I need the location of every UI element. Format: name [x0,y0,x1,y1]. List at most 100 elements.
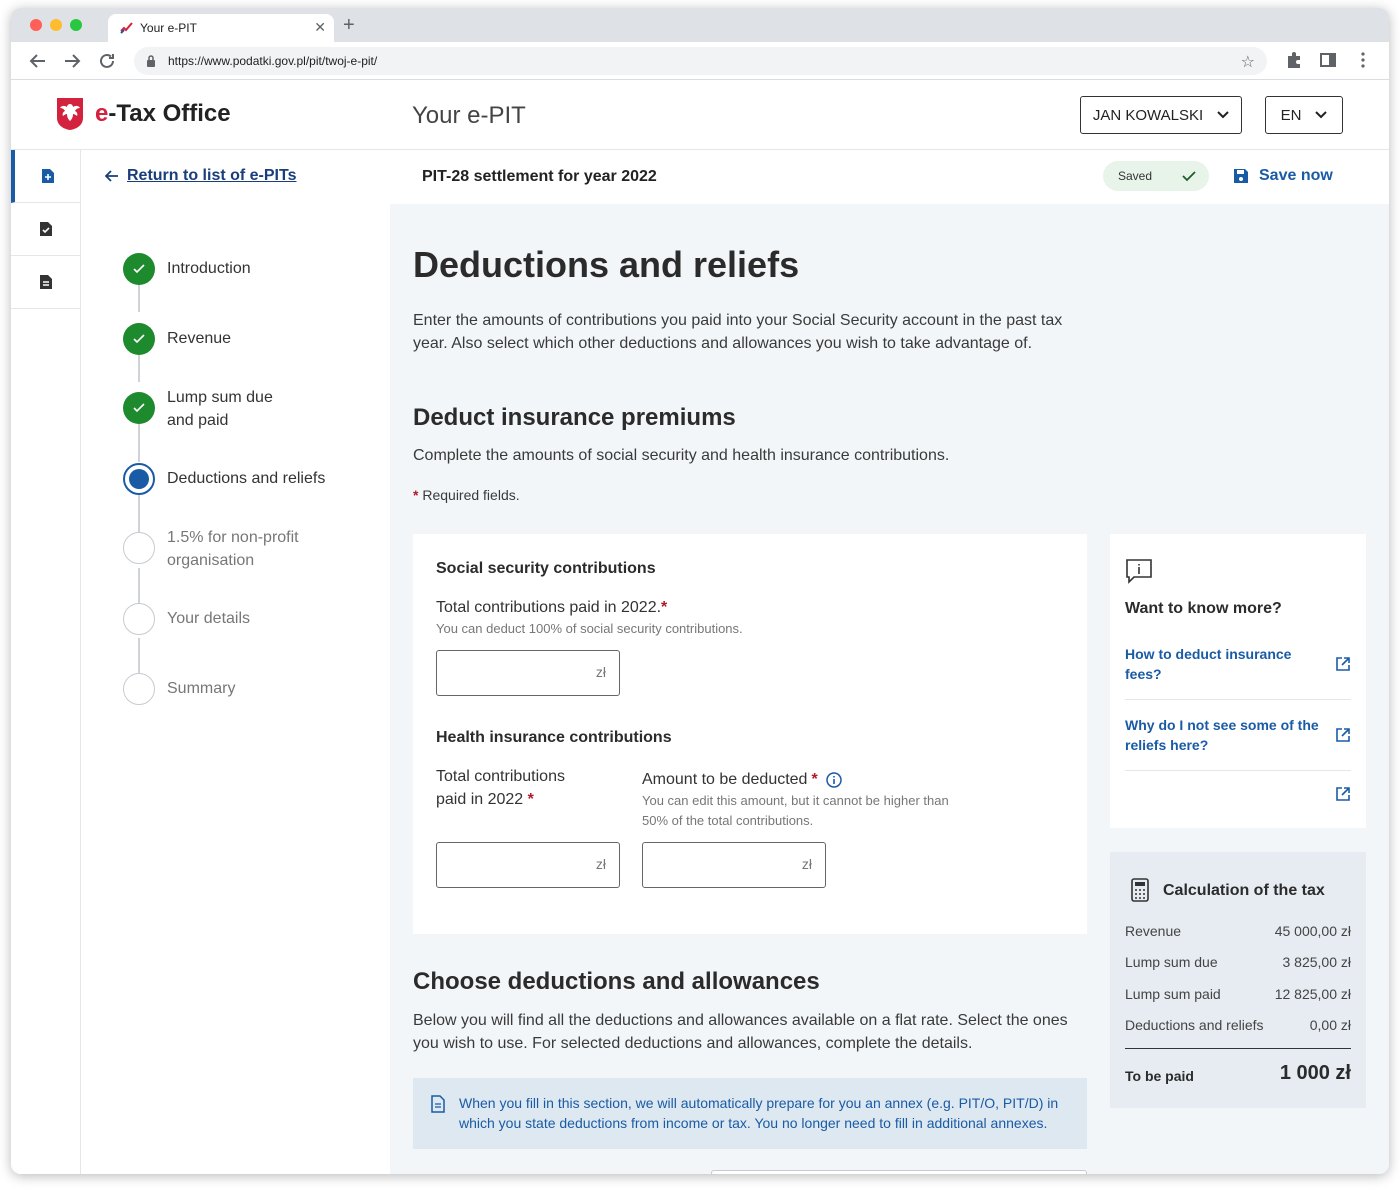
deductions-list-start [711,1170,1087,1174]
side-panel-icon[interactable] [1319,51,1337,69]
tax-calculation-panel: Calculation of the tax Revenue 45 000,00 … [1110,852,1366,1108]
chevron-down-icon [1217,111,1229,119]
calc-row-revenue: Revenue 45 000,00 zł [1125,923,1351,939]
brand-prefix: e [95,100,109,127]
annex-info-text: When you fill in this section, we will a… [459,1095,1059,1131]
step-done-check-icon [123,253,155,285]
browser-tab[interactable]: Your e-PIT ✕ [108,14,334,42]
insurance-section-title: Deduct insurance premiums [413,404,736,431]
step-non-profit[interactable]: 1.5% for non-profit organisation [123,526,327,572]
bookmark-star-icon[interactable]: ☆ [1241,52,1255,72]
required-asterisk: * [413,487,419,503]
chevron-down-icon [1315,111,1328,119]
step-connector [138,568,140,606]
step-label: 1.5% for non-profit organisation [167,529,299,569]
external-link-icon [1336,787,1350,801]
more-menu-icon[interactable] [1354,51,1372,69]
required-asterisk: * [811,771,818,788]
health-insurance-title: Health insurance contributions [436,729,672,746]
health-deduct-amount-input[interactable]: zł [642,842,826,888]
brand-name[interactable]: e-Tax Office [95,100,231,128]
info-icon[interactable] [825,771,842,788]
settlement-subheader: Return to list of e-PITs PIT-28 settleme… [81,150,1389,204]
saved-label: Saved [1118,169,1153,183]
close-window-button[interactable] [30,19,42,31]
extensions-icon[interactable] [1285,51,1303,69]
forward-arrow-icon[interactable] [60,49,84,73]
step-your-details[interactable]: Your details [123,603,250,635]
currency-unit: zł [595,664,606,680]
help-link-text: Why do I not see some of the reliefs her… [1125,717,1319,753]
step-lump-sum[interactable]: Lump sum due and paid [123,386,297,432]
return-to-list-link[interactable]: Return to list of e-PITs [105,167,296,185]
calculation-title: Calculation of the tax [1163,882,1325,899]
reload-icon[interactable] [95,49,119,73]
rail-item-document[interactable] [11,256,81,309]
step-pending-indicator [123,673,155,705]
new-tab-button[interactable]: + [343,14,355,37]
language-label: EN [1280,106,1302,124]
help-link-empty[interactable] [1125,786,1351,810]
save-now-button[interactable]: Save now [1233,167,1333,185]
calc-row-value: 12 825,00 zł [1274,986,1351,1002]
calc-row-label: Revenue [1125,923,1182,939]
calc-row-value: 3 825,00 zł [1282,954,1352,970]
health-total-amount-input[interactable]: zł [436,842,620,888]
help-panel-title: Want to know more? [1125,600,1282,617]
settlement-title: PIT-28 settlement for year 2022 [422,168,657,185]
rail-item-new-document[interactable] [11,150,81,203]
required-note-text: Required fields. [422,487,520,503]
document-icon [40,275,52,289]
step-revenue[interactable]: Revenue [123,323,231,355]
help-link-text: How to deduct insurance fees? [1125,646,1292,682]
external-link-icon [1336,657,1350,671]
language-select[interactable]: EN [1265,96,1343,134]
annex-info-notice: When you fill in this section, we will a… [413,1078,1087,1149]
help-link-insurance-fees[interactable]: How to deduct insurance fees? [1125,644,1351,700]
social-security-amount-input[interactable]: zł [436,650,620,696]
required-asterisk: * [661,599,668,616]
social-security-label: Total contributions paid in 2022.* [436,596,667,619]
health-deduct-hint: You can edit this amount, but it cannot … [642,793,949,828]
user-name: JAN KOWALSKI [1092,106,1204,124]
maximize-window-button[interactable] [70,19,82,31]
calc-row-label: Lump sum paid [1125,986,1221,1002]
help-link-missing-reliefs[interactable]: Why do I not see some of the reliefs her… [1125,715,1351,771]
health-total-label: Total contributions paid in 2022 * [436,765,596,811]
step-label: Lump sum due and paid [167,389,273,429]
address-bar[interactable]: https://www.podatki.gov.pl/pit/twoj-e-pi… [134,47,1267,75]
step-introduction[interactable]: Introduction [123,253,251,285]
browser-toolbar: https://www.podatki.gov.pl/pit/twoj-e-pi… [11,42,1389,80]
step-pending-indicator [123,603,155,635]
close-tab-icon[interactable]: ✕ [314,19,326,36]
health-deduct-label-text: Amount to be deducted [642,771,808,788]
saved-status-badge: Saved [1103,161,1209,191]
document-info-icon [431,1095,445,1113]
deductions-section-title: Choose deductions and allowances [413,968,820,995]
calc-row-label: Lump sum due [1125,954,1218,970]
calculator-icon [1131,878,1149,902]
health-deduct-label: Amount to be deducted * [642,768,842,791]
step-deductions[interactable]: Deductions and reliefs [123,463,325,495]
main-content: Deductions and reliefs Enter the amounts… [390,204,1389,1174]
step-summary[interactable]: Summary [123,673,235,705]
page-title: Deductions and reliefs [413,244,800,285]
document-check-icon [40,222,52,236]
rail-item-signed-document[interactable] [11,203,81,256]
step-connector [138,638,140,676]
page-intro: Enter the amounts of contributions you p… [413,312,1063,352]
step-label: Introduction [167,260,251,277]
social-security-label-text: Total contributions paid in 2022. [436,599,662,616]
app-header: e-Tax Office Your e-PIT JAN KOWALSKI EN [11,80,1389,150]
step-label: Summary [167,680,236,697]
back-arrow-icon[interactable] [26,49,50,73]
user-menu-button[interactable]: JAN KOWALSKI [1080,96,1242,134]
step-label: Deductions and reliefs [167,470,326,487]
minimize-window-button[interactable] [50,19,62,31]
insurance-section-description: Complete the amounts of social security … [413,447,950,464]
required-fields-note: * Required fields. [413,487,520,503]
help-panel: Want to know more? How to deduct insuran… [1110,534,1366,828]
calc-divider [1125,1048,1351,1049]
calc-row-label: Deductions and reliefs [1125,1017,1264,1033]
total-label: To be paid [1125,1068,1194,1084]
